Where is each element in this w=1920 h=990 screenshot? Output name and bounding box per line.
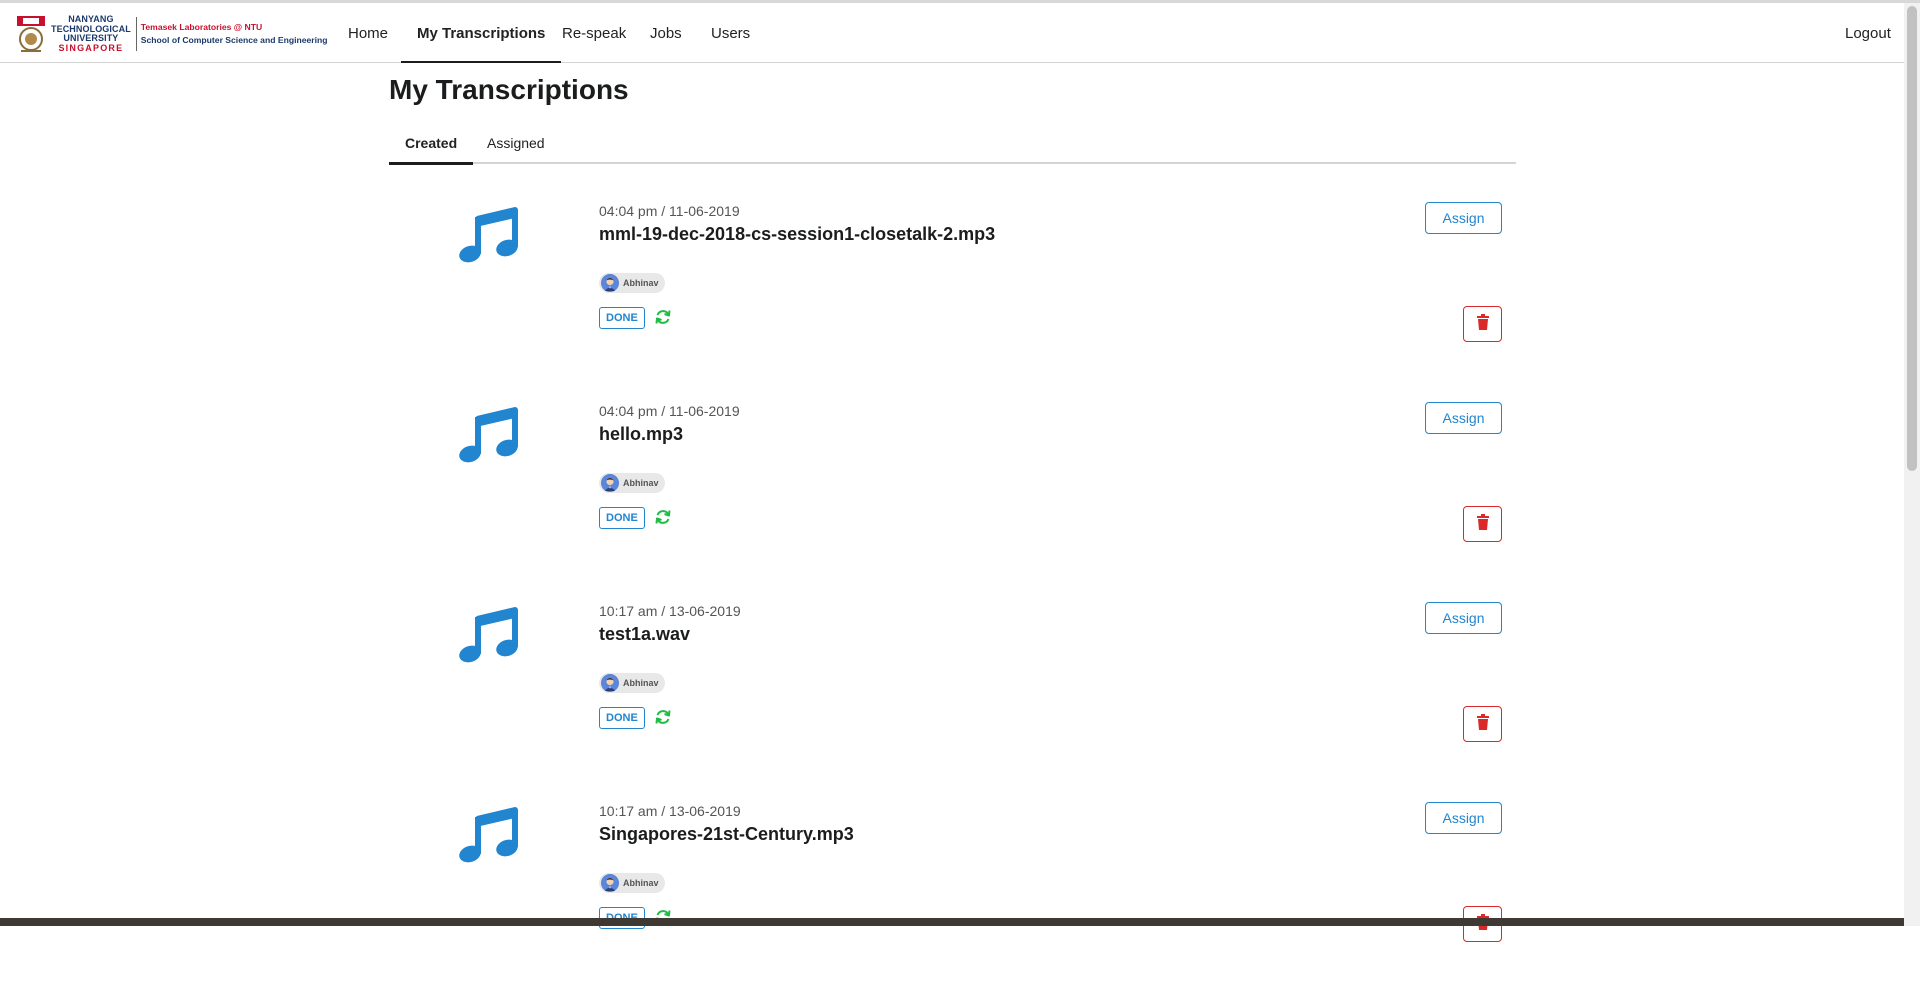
transcription-card: 04:04 pm / 11-06-2019 mml-19-dec-2018-cs…	[389, 190, 1516, 390]
nav-users[interactable]: Users	[695, 3, 766, 63]
scrollbar-thumb[interactable]	[1907, 6, 1917, 471]
user-name: Abhinav	[623, 678, 659, 688]
music-note-icon	[458, 204, 518, 264]
assign-button[interactable]: Assign	[1425, 402, 1502, 434]
refresh-icon[interactable]	[654, 508, 672, 526]
delete-button[interactable]	[1463, 506, 1502, 542]
user-avatar	[601, 874, 619, 892]
logo-divider	[135, 17, 137, 51]
music-note-icon	[458, 604, 518, 664]
music-note-icon	[458, 804, 518, 864]
user-chip: Abhinav	[599, 873, 665, 893]
transcription-filename[interactable]: mml-19-dec-2018-cs-session1-closetalk-2.…	[599, 224, 995, 245]
user-avatar	[601, 474, 619, 492]
user-chip: Abhinav	[599, 473, 665, 493]
transcription-card: 04:04 pm / 11-06-2019 hello.mp3 Abhinav …	[389, 390, 1516, 590]
trash-icon	[1476, 313, 1490, 335]
taskbar-strip	[0, 918, 1904, 926]
nav-my-transcriptions[interactable]: My Transcriptions	[401, 3, 562, 63]
user-chip: Abhinav	[599, 673, 665, 693]
refresh-icon[interactable]	[654, 308, 672, 326]
trash-icon	[1476, 513, 1490, 535]
delete-button[interactable]	[1463, 306, 1502, 342]
university-name: NANYANG TECHNOLOGICAL UNIVERSITY SINGAPO…	[51, 14, 131, 53]
status-badge: DONE	[599, 307, 645, 329]
scrollbar[interactable]	[1904, 3, 1920, 926]
nav-home[interactable]: Home	[332, 3, 404, 63]
transcription-filename[interactable]: Singapores-21st-Century.mp3	[599, 824, 854, 845]
status-badge: DONE	[599, 507, 645, 529]
tab-created[interactable]: Created	[389, 124, 474, 165]
user-avatar	[601, 274, 619, 292]
ntu-crest-icon	[15, 15, 47, 53]
transcription-filename[interactable]: test1a.wav	[599, 624, 690, 645]
transcription-card: 10:17 am / 13-06-2019 Singapores-21st-Ce…	[389, 790, 1516, 990]
music-note-icon	[458, 404, 518, 464]
assign-button[interactable]: Assign	[1425, 202, 1502, 234]
assign-button[interactable]: Assign	[1425, 602, 1502, 634]
refresh-icon[interactable]	[654, 708, 672, 726]
logout-link[interactable]: Logout	[1829, 3, 1907, 63]
transcription-timestamp: 10:17 am / 13-06-2019	[599, 803, 741, 819]
tab-assigned[interactable]: Assigned	[471, 124, 561, 164]
nav-re-speak[interactable]: Re-speak	[546, 3, 642, 63]
nav-jobs[interactable]: Jobs	[634, 3, 698, 63]
user-chip: Abhinav	[599, 273, 665, 293]
transcription-timestamp: 10:17 am / 13-06-2019	[599, 603, 741, 619]
top-navbar: NANYANG TECHNOLOGICAL UNIVERSITY SINGAPO…	[0, 3, 1904, 63]
lab-name: Temasek Laboratories @ NTU School of Com…	[140, 22, 328, 45]
transcription-timestamp: 04:04 pm / 11-06-2019	[599, 203, 740, 219]
user-name: Abhinav	[623, 878, 659, 888]
user-avatar	[601, 674, 619, 692]
assign-button[interactable]: Assign	[1425, 802, 1502, 834]
page-title: My Transcriptions	[389, 74, 629, 105]
user-name: Abhinav	[623, 478, 659, 488]
delete-button[interactable]	[1463, 706, 1502, 742]
transcription-tabs: Created Assigned	[389, 124, 1516, 165]
ntu-logo[interactable]: NANYANG TECHNOLOGICAL UNIVERSITY SINGAPO…	[15, 14, 328, 54]
trash-icon	[1476, 713, 1490, 735]
transcription-timestamp: 04:04 pm / 11-06-2019	[599, 403, 740, 419]
status-badge: DONE	[599, 707, 645, 729]
transcription-filename[interactable]: hello.mp3	[599, 424, 683, 445]
transcription-card: 10:17 am / 13-06-2019 test1a.wav Abhinav…	[389, 590, 1516, 790]
user-name: Abhinav	[623, 278, 659, 288]
